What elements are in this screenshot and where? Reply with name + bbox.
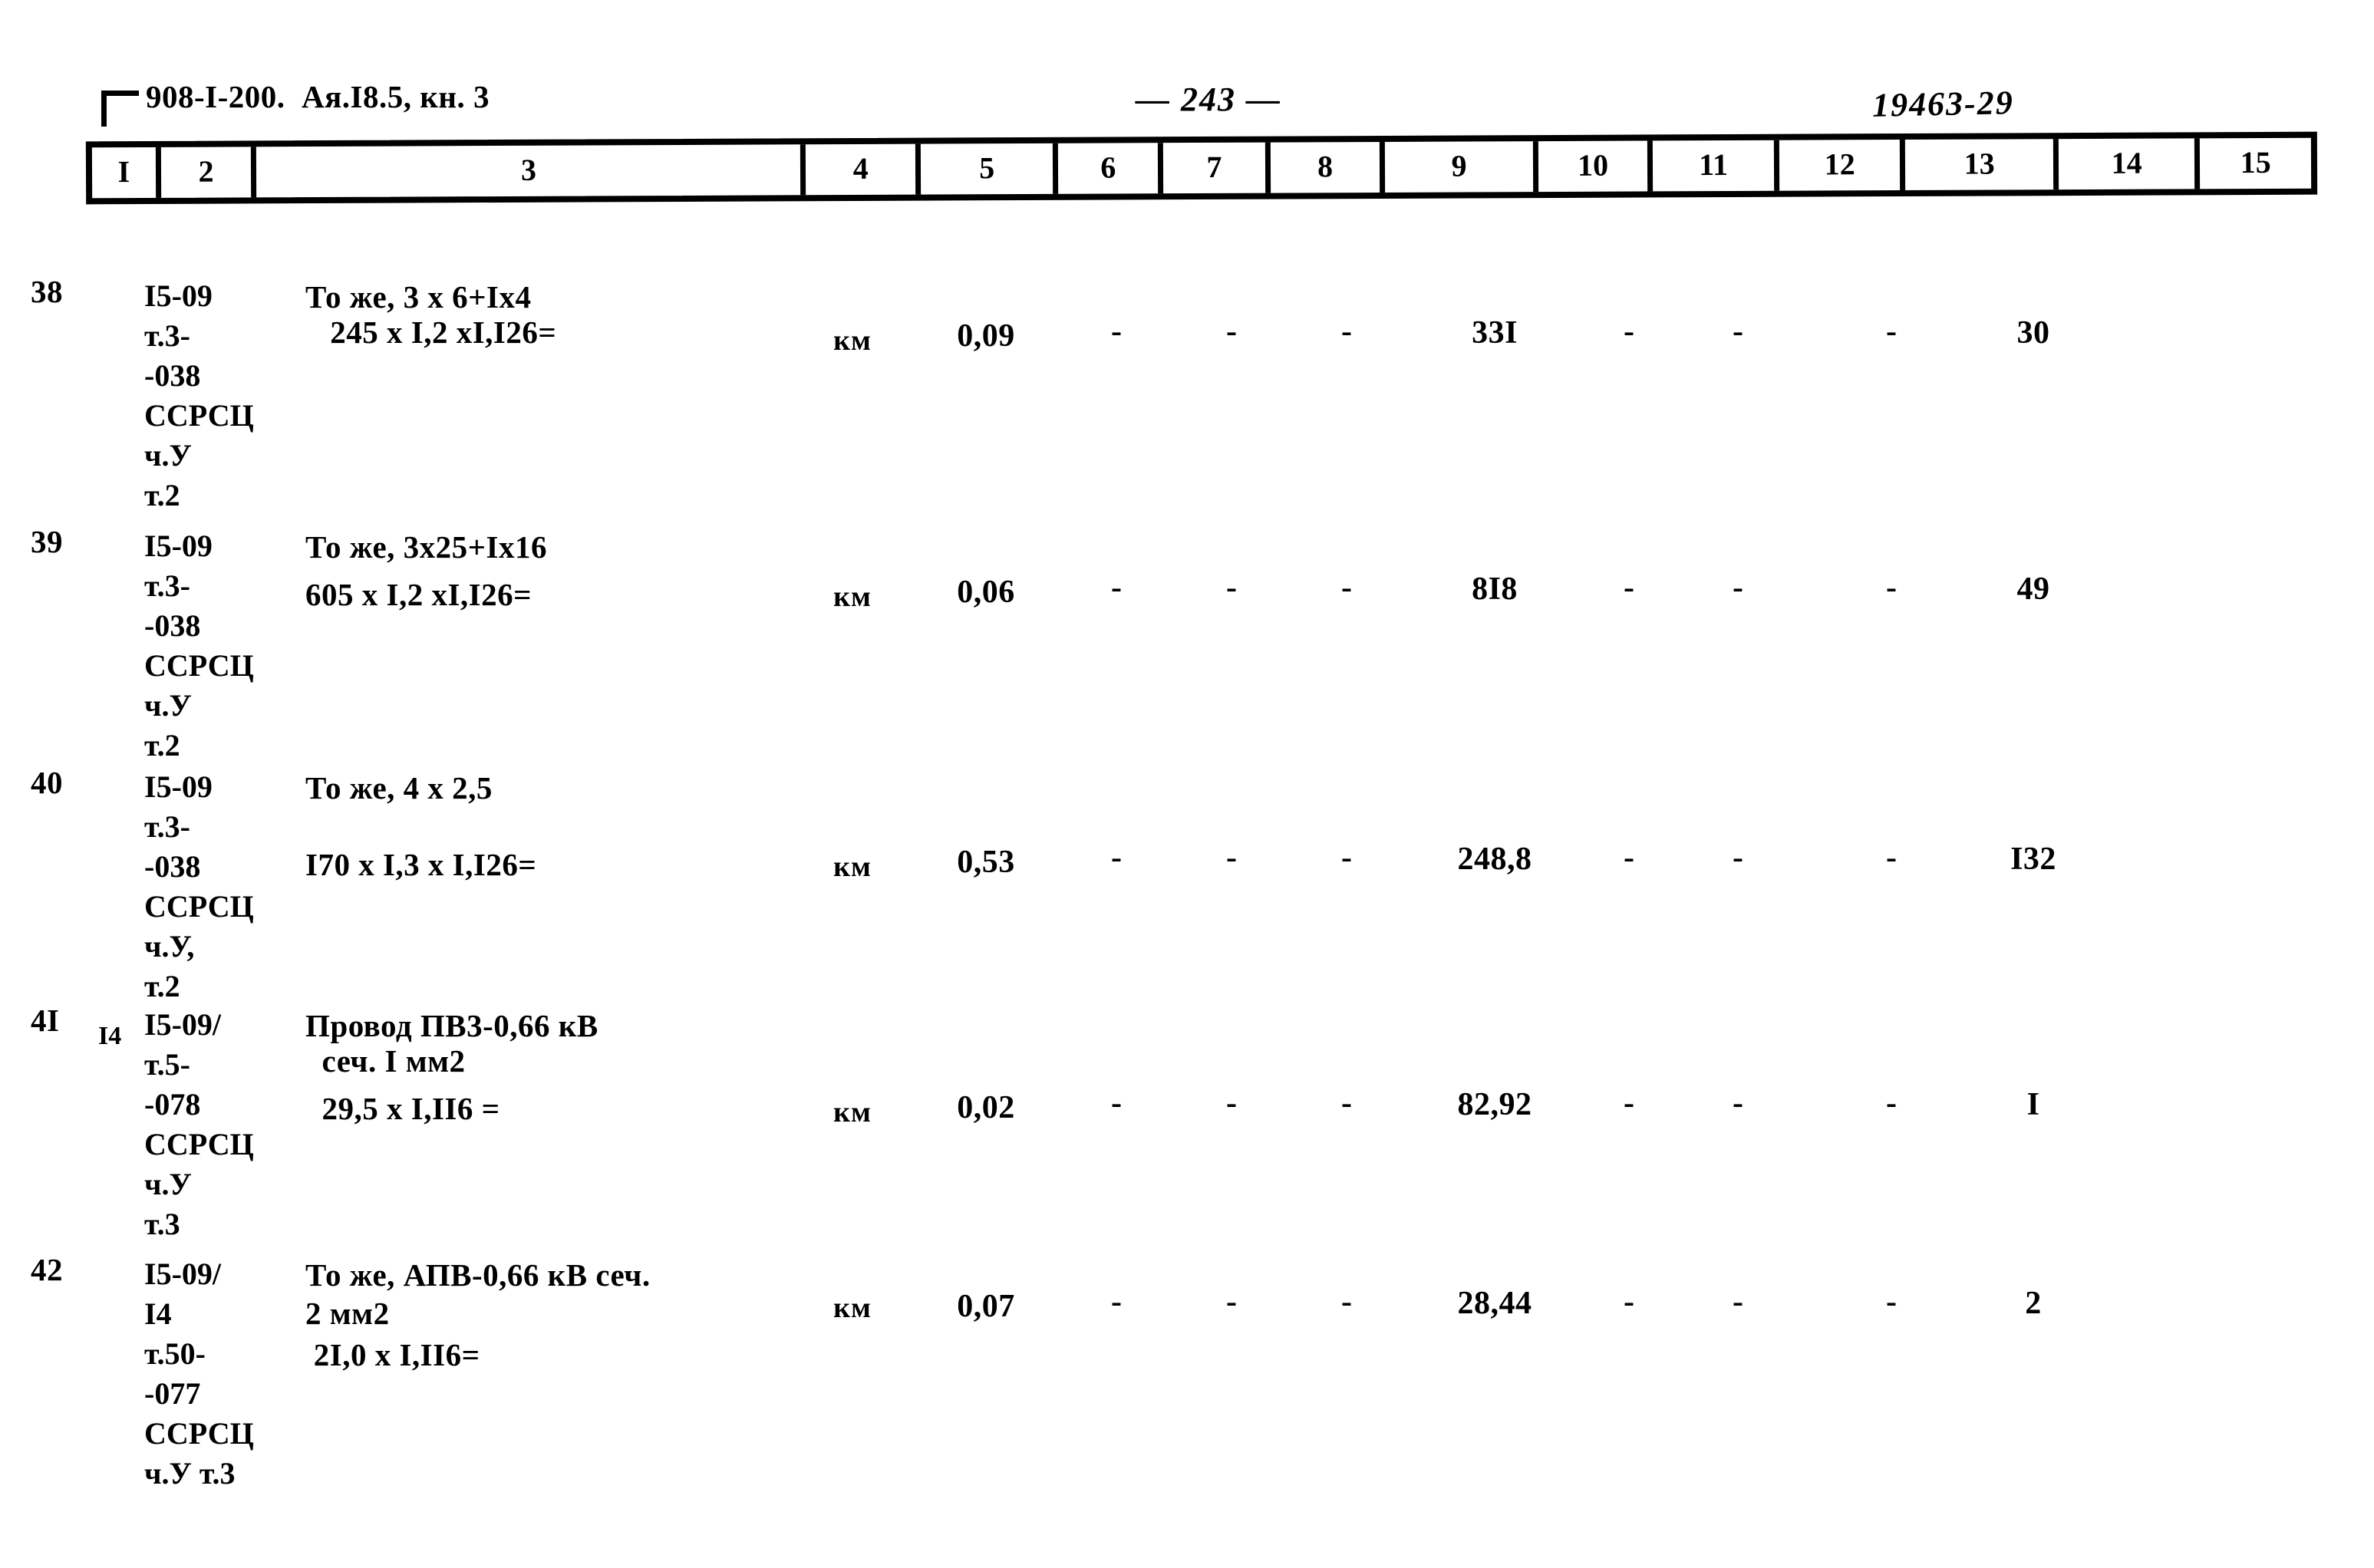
column-header-15: 15 [2240,144,2271,180]
row-col11-value: - [1733,1085,1743,1121]
row-col11-value: - [1733,1284,1743,1319]
row-unit: км [833,1292,872,1324]
row-col8-value: - [1341,314,1352,349]
column-header-7: 7 [1162,142,1271,194]
column-header-1: I [91,147,161,199]
scanned-document-page: 908-I-200. Ая.I8.5, кн. 3 — 243 — 19463-… [0,0,2374,1568]
row-col13-value: I32 [2010,842,2056,877]
row-unit: км [833,1096,872,1128]
row-description-line-3: 2I,0 х I,II6= [305,1337,480,1372]
row-col11-value: - [1733,840,1743,875]
row-norm-code-rest: т.3- -038 ССРСЦ ч.У т.2 [144,318,254,512]
column-header-6: 6 [1058,143,1164,194]
row-norm-code-first: I5-09/ [144,1007,221,1042]
row-col9-value: 8I8 [1472,572,1518,607]
column-header-5: 5 [920,143,1059,195]
row-col12-value: - [1886,1085,1897,1121]
row-description-line-2: I70 х I,3 х I,I26= [305,847,537,882]
row-description-line-3: 29,5 х I,II6 = [305,1091,500,1126]
row-description-line-2: сеч. I мм2 [305,1043,466,1079]
row-col9-value: 33I [1472,315,1518,351]
row-col10-value: - [1624,1284,1634,1319]
row-description-line-1: То же, АПВ-0,66 кВ сеч. [305,1257,651,1293]
row-col9-value: 248,8 [1457,842,1532,877]
row-col8-value: - [1341,570,1352,605]
row-col9-value: 82,92 [1457,1087,1532,1122]
column-header-3: 3 [256,144,806,198]
row-col6-value: - [1111,840,1122,875]
row-norm-code-rest: I4 т.50- -077 ССРСЦ ч.У т.3 [144,1296,254,1491]
row-col13-value: 30 [2016,315,2050,351]
row-col8-value: - [1341,1085,1352,1121]
row-unit: км [833,851,872,883]
row-norm-code-rest: т.3- -038 ССРСЦ ч.У, т.2 [144,809,254,1003]
row-description-line-1: То же, 4 х 2,5 [305,770,493,805]
archive-number: 19463-29 [1871,84,2015,124]
row-norm-code-rest: т.5- -078 ССРСЦ ч.У т.3 [144,1047,254,1241]
column-header-12: 12 [1779,139,1906,191]
row-col6-value: - [1111,1284,1122,1319]
column-header-2: 2 [160,147,257,198]
row-norm-code-first: I5-09 [144,769,213,804]
row-col12-value: - [1886,314,1897,349]
row-col12-value: - [1886,840,1897,875]
row-col13-value: I [2026,1087,2040,1122]
corner-bracket-icon [101,91,139,127]
row-col11-value: - [1733,570,1743,605]
row-col5-value: 0,02 [957,1090,1015,1125]
row-col5-value: 0,53 [957,845,1015,880]
row-col12-value: - [1886,570,1897,605]
row-description-line-2: 2 мм2 [305,1296,390,1331]
row-col7-value: - [1226,314,1237,349]
row-col7-value: - [1226,840,1237,875]
row-col13-value: 2 [2025,1286,2042,1321]
column-header-11: 11 [1653,140,1780,192]
row-col11-value: - [1733,314,1743,349]
row-description-line-2: 605 х I,2 хI,I26= [305,577,532,612]
row-col10-value: - [1624,314,1634,349]
row-col13-value: 49 [2016,572,2050,607]
row-col6-value: - [1111,1085,1122,1121]
row-col10-value: - [1624,1085,1634,1121]
row-description-line-1: То же, 3х25+Iх16 [305,529,547,565]
row-position-number: 39 [31,524,63,559]
column-header-8: 8 [1270,141,1386,193]
column-header-14: 14 [2058,138,2201,190]
row-col8-value: - [1341,1284,1352,1319]
row-col7-value: - [1226,1284,1237,1319]
row-position-number: 42 [31,1252,63,1287]
row-col6-value: - [1111,570,1122,605]
row-col7-value: - [1226,570,1237,605]
column-header-9: 9 [1385,141,1538,193]
column-header-10: 10 [1538,140,1654,193]
column-number-header-row: I 2 3 4 5 6 7 8 9 10 11 12 13 14 15 [85,131,2318,205]
column-header-13: 13 [1905,139,2059,190]
row-position-number: 38 [31,274,63,309]
column-header-4: 4 [806,143,922,196]
document-code: 908-I-200. Ая.I8.5, кн. 3 [146,79,490,114]
document-header: 908-I-200. Ая.I8.5, кн. 3 — 243 — 19463-… [0,40,2374,127]
row-norm-code-first: I5-09 [144,278,213,313]
row-col12-value: - [1886,1284,1897,1319]
row-col9-value: 28,44 [1457,1286,1532,1321]
row-description-line-2: 245 х I,2 хI,I26= [305,315,557,350]
page-number: — 243 — [1136,81,1281,118]
row-col8-value: - [1341,840,1352,875]
row-col10-value: - [1624,840,1634,875]
row-unit: км [833,324,872,357]
row-col6-value: - [1111,314,1122,349]
row-col5-value: 0,07 [957,1289,1015,1324]
row-norm-code-first: I5-09 [144,529,213,563]
row-col10-value: - [1624,570,1634,605]
row-norm-code-first: I5-09/ [144,1257,221,1291]
row-position-number: 40 [31,765,63,800]
row-col7-value: - [1226,1085,1237,1121]
row-col5-value: 0,09 [957,318,1015,354]
row-col5-value: 0,06 [957,575,1015,610]
row-norm-code-rest: т.3- -038 ССРСЦ ч.У т.2 [144,568,254,763]
row-unit: км [833,581,872,613]
